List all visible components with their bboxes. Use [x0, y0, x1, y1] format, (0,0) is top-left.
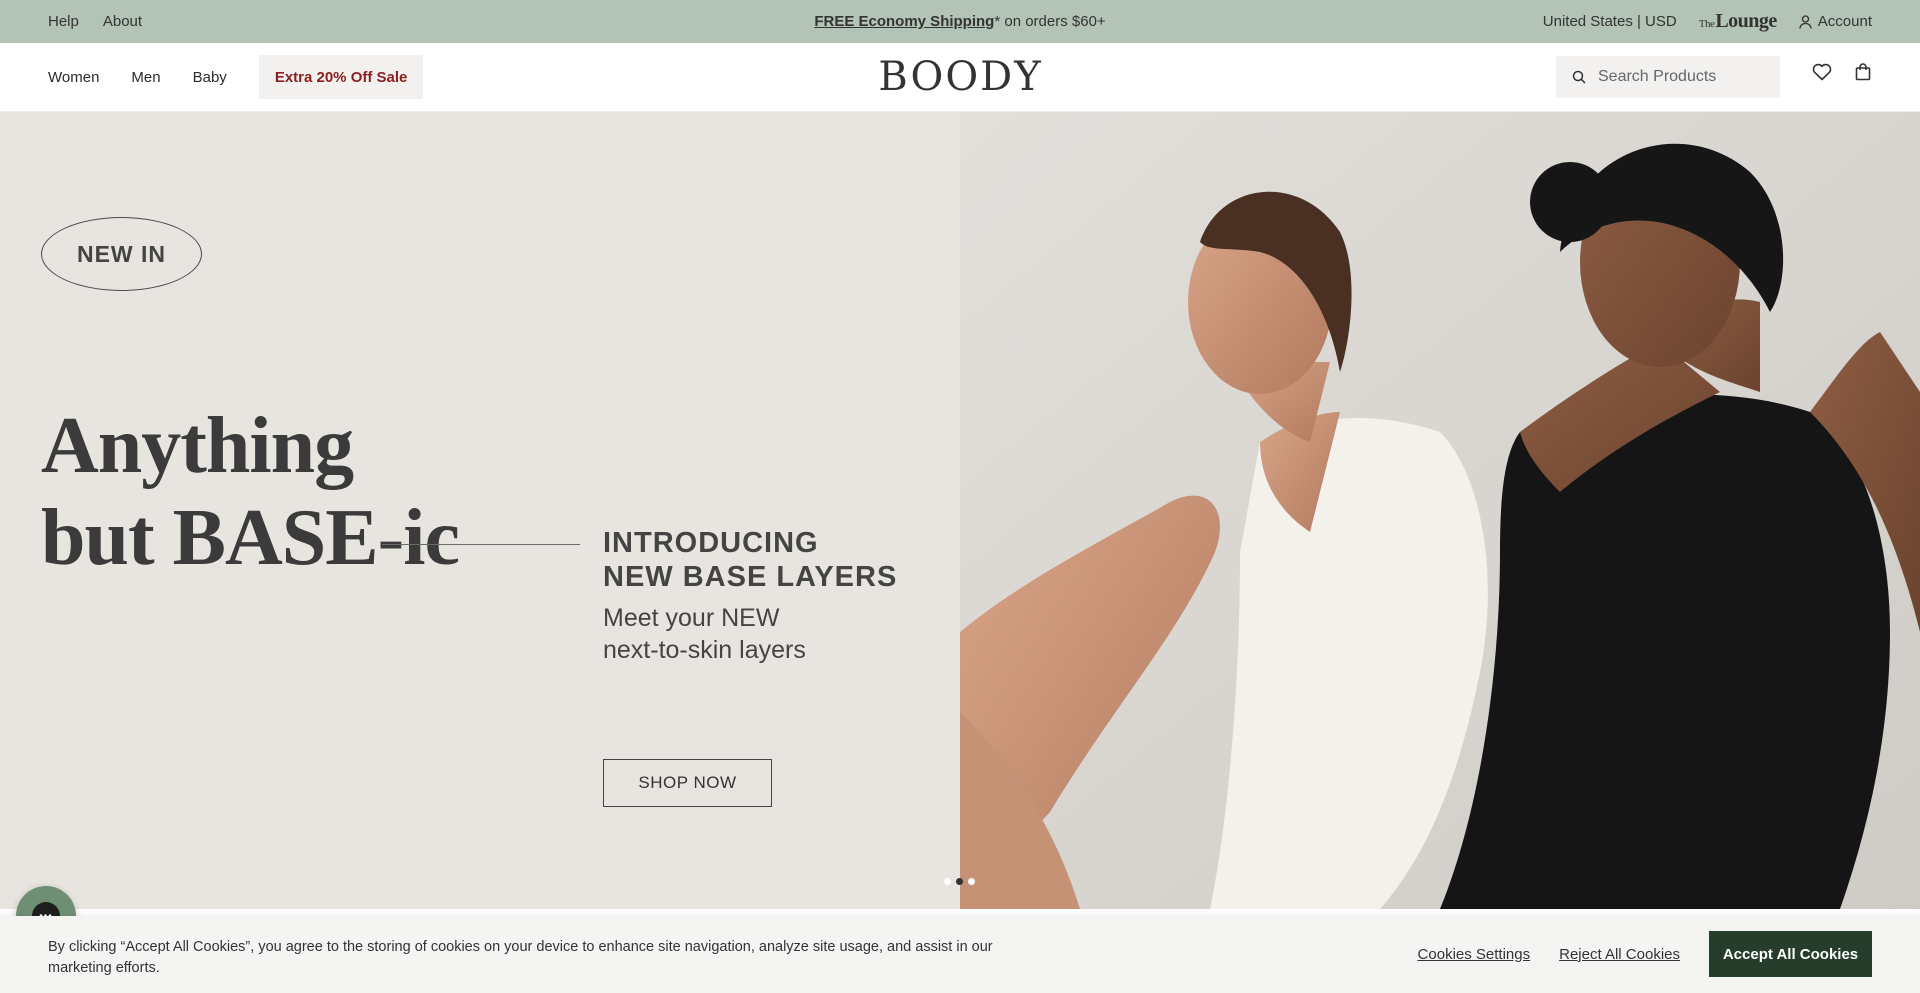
wishlist-button[interactable] — [1812, 63, 1832, 86]
cookies-settings-link[interactable]: Cookies Settings — [1418, 946, 1531, 963]
carousel-dots — [944, 878, 975, 885]
hero-intro-line2: NEW BASE LAYERS — [603, 561, 898, 593]
bag-icon — [1855, 63, 1871, 81]
hero-intro: INTRODUCING NEW BASE LAYERS — [603, 526, 897, 594]
hero-banner: NEW IN Anything but BASE-ic INTRODUCING … — [0, 112, 1920, 909]
announcement-bar: Help About FREE Economy Shipping* on ord… — [0, 0, 1920, 43]
carousel-dot-2[interactable] — [956, 878, 963, 885]
search-box[interactable] — [1556, 56, 1780, 98]
carousel-dot-1[interactable] — [944, 878, 951, 885]
locale-selector[interactable]: United States | USD — [1543, 13, 1677, 30]
hero-photo-models — [960, 112, 1920, 909]
utility-right: United States | USD The Lounge Account — [1543, 10, 1872, 33]
shipping-promo-link[interactable]: FREE Economy Shipping* on orders $60+ — [814, 13, 1105, 30]
hero-divider — [382, 544, 580, 545]
new-in-badge: NEW IN — [41, 217, 202, 291]
heart-icon — [1812, 63, 1832, 81]
shipping-promo-bold: FREE Economy Shipping — [814, 13, 995, 30]
shop-now-button[interactable]: SHOP NOW — [603, 759, 772, 807]
hero-headline-line2: but BASE-ic — [41, 494, 460, 582]
hero-intro-line1: INTRODUCING — [603, 527, 819, 559]
hero-subtext-line2: next-to-skin layers — [603, 636, 806, 664]
nav-baby[interactable]: Baby — [193, 69, 227, 86]
search-input[interactable] — [1598, 68, 1768, 86]
cookie-text: By clicking “Accept All Cookies”, you ag… — [48, 939, 993, 976]
hero-headline: Anything but BASE-ic — [41, 400, 460, 584]
account-link[interactable]: Account — [1799, 13, 1872, 30]
carousel-dot-3[interactable] — [968, 878, 975, 885]
nav-women[interactable]: Women — [48, 69, 99, 86]
header-icons — [1812, 63, 1872, 86]
hero-text-panel: NEW IN Anything but BASE-ic INTRODUCING … — [0, 112, 960, 909]
cookie-actions: Cookies Settings Reject All Cookies Acce… — [1418, 931, 1872, 977]
hero-subtext-line1: Meet your NEW — [603, 604, 780, 632]
help-link[interactable]: Help — [48, 13, 79, 30]
nav-sale[interactable]: Extra 20% Off Sale — [258, 55, 424, 99]
main-nav: Women Men Baby Extra 20% Off Sale — [48, 55, 424, 99]
cart-button[interactable] — [1854, 63, 1872, 86]
user-icon — [1799, 14, 1812, 29]
shipping-promo-text: * on orders $60+ — [994, 13, 1106, 30]
lounge-logo-prefix: The — [1698, 18, 1715, 30]
lounge-logo[interactable]: The Lounge — [1698, 10, 1778, 33]
cookie-banner: By clicking “Accept All Cookies”, you ag… — [0, 916, 1920, 993]
hero-image — [960, 112, 1920, 909]
main-header: Women Men Baby Extra 20% Off Sale BOODY — [0, 43, 1920, 112]
search-icon — [1572, 70, 1586, 84]
accept-cookies-button[interactable]: Accept All Cookies — [1709, 931, 1872, 977]
hero-headline-line1: Anything — [41, 402, 354, 490]
reject-cookies-link[interactable]: Reject All Cookies — [1559, 946, 1680, 963]
utility-links: Help About — [48, 13, 142, 30]
hero-subtext: Meet your NEW next-to-skin layers — [603, 602, 806, 666]
brand-logo[interactable]: BOODY — [878, 54, 1040, 100]
about-link[interactable]: About — [103, 13, 142, 30]
account-label: Account — [1817, 13, 1872, 30]
nav-men[interactable]: Men — [131, 69, 160, 86]
lounge-logo-word: Lounge — [1715, 10, 1777, 32]
